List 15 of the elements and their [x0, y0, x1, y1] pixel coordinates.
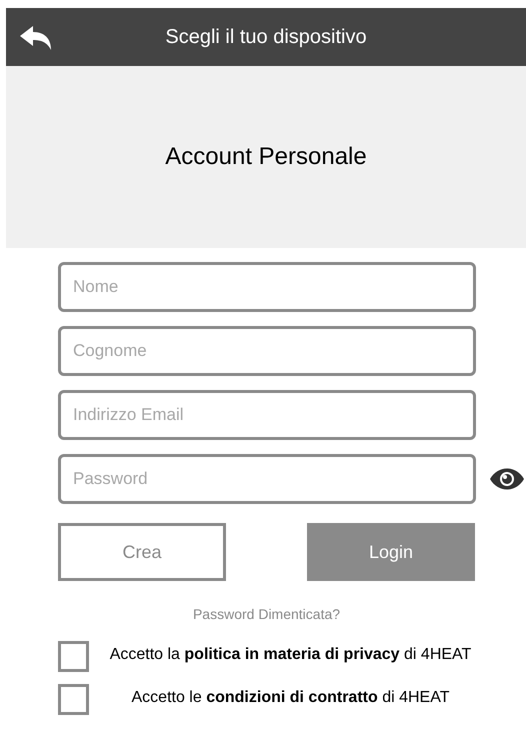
- create-button[interactable]: Crea: [58, 523, 226, 581]
- checkbox[interactable]: [58, 641, 89, 672]
- input-field[interactable]: Nome: [58, 262, 476, 312]
- back-icon[interactable]: [20, 26, 52, 50]
- login-button[interactable]: Login: [307, 523, 475, 581]
- header-title: Scegli il tuo dispositivo: [165, 25, 367, 50]
- eye-icon[interactable]: [490, 468, 524, 490]
- checkbox[interactable]: [58, 684, 89, 715]
- password-field[interactable]: Password: [58, 454, 476, 504]
- consent-text: Accetto la politica in materia di privacy di 4HEAT: [108, 645, 472, 665]
- consent-text: Accetto le condizioni di contratto di 4HEAT: [130, 688, 450, 708]
- page-title: Account Personale: [165, 142, 367, 172]
- forgot-password-link[interactable]: Password Dimenticata?: [192, 604, 340, 625]
- input-field[interactable]: Indirizzo Email: [58, 390, 476, 440]
- input-field[interactable]: Cognome: [58, 326, 476, 376]
